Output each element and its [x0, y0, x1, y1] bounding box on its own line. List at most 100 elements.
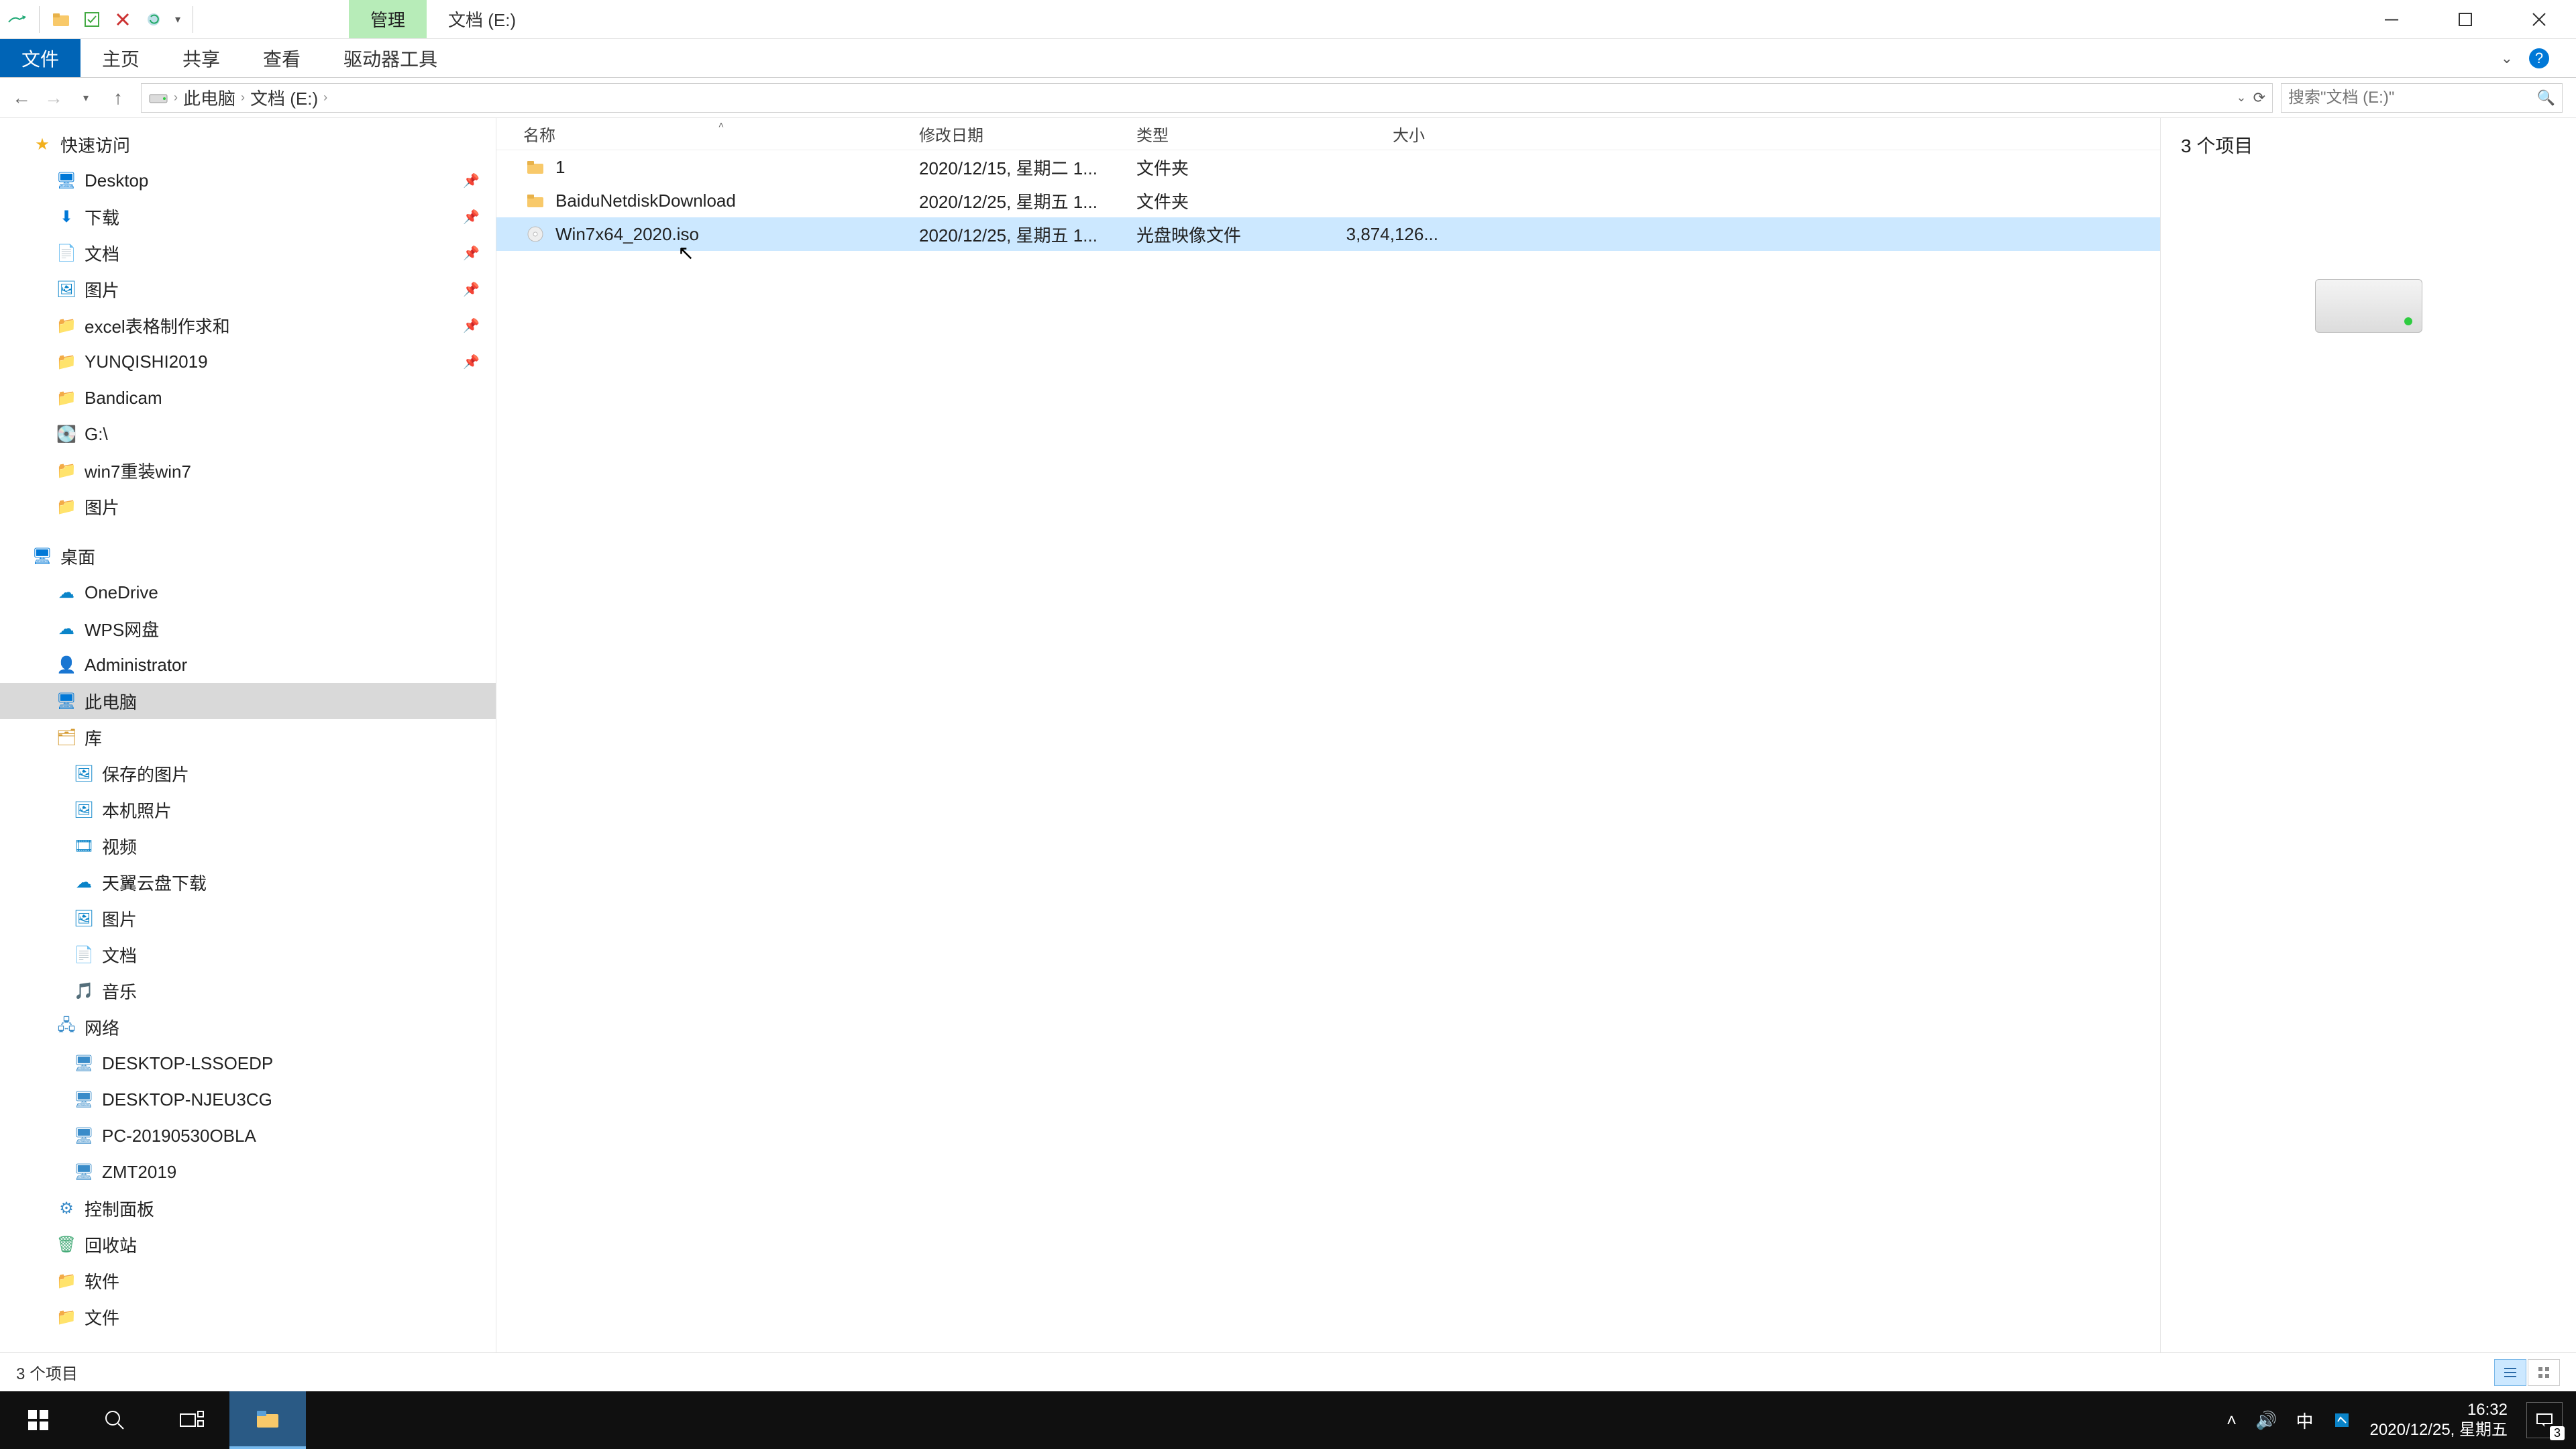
status-bar: 3 个项目 — [0, 1352, 2576, 1391]
tree-network-item[interactable]: 🖥DESKTOP-NJEU3CG — [0, 1081, 496, 1118]
tree-library-item[interactable]: 📄文档 — [0, 936, 496, 973]
chevron-right-icon[interactable]: › — [241, 91, 245, 105]
tree-desktop-item[interactable]: 🖥此电脑 — [0, 683, 496, 719]
tree-software[interactable]: 📁软件 — [0, 1263, 496, 1299]
tree-network[interactable]: 🖧网络 — [0, 1009, 496, 1045]
tree-quick-item[interactable]: 📁图片 — [0, 488, 496, 525]
tree-desktop-item[interactable]: ☁OneDrive — [0, 574, 496, 610]
qat-customize-dropdown[interactable]: ▾ — [171, 13, 184, 26]
close-button[interactable] — [2502, 0, 2576, 38]
app-icon[interactable] — [4, 6, 31, 33]
view-details-button[interactable] — [2494, 1359, 2526, 1386]
start-button[interactable] — [0, 1391, 76, 1449]
address-bar[interactable]: › 此电脑 › 文档 (E:) › ⌄ ⟳ — [141, 83, 2273, 113]
tray-clock[interactable]: 16:32 2020/12/25, 星期五 — [2370, 1400, 2508, 1440]
refresh-icon[interactable]: ⟳ — [2253, 89, 2265, 107]
network-icon: 🖧 — [56, 1017, 76, 1037]
nav-tree[interactable]: ★快速访问 🖥Desktop📌⬇下载📌📄文档📌🖼图片📌📁excel表格制作求和📌… — [0, 118, 496, 1352]
breadcrumb-this-pc[interactable]: 此电脑 — [183, 85, 235, 110]
ribbon-tab-drive-tools[interactable]: 驱动器工具 — [322, 39, 459, 77]
search-icon[interactable]: 🔍 — [2537, 89, 2555, 107]
file-list[interactable]: ˄名称 修改日期 类型 大小 12020/12/15, 星期二 1...文件夹B… — [496, 118, 2160, 1352]
nav-back-button[interactable]: ← — [7, 83, 36, 113]
ribbon: 文件 主页 共享 查看 驱动器工具 ⌄ ? — [0, 39, 2576, 78]
column-headers[interactable]: ˄名称 修改日期 类型 大小 — [496, 118, 2160, 150]
folder-icon — [523, 155, 547, 179]
tree-quick-item[interactable]: 💽G:\ — [0, 416, 496, 452]
tray-ime-icon[interactable]: 中 — [2296, 1408, 2314, 1433]
tree-quick-item[interactable]: 📁YUNQISHI2019📌 — [0, 343, 496, 380]
tree-quick-item[interactable]: 📁excel表格制作求和📌 — [0, 307, 496, 343]
pin-icon: 📌 — [463, 245, 480, 262]
tray-app-icon[interactable] — [2332, 1411, 2351, 1430]
tree-desktop-item[interactable]: ☁WPS网盘 — [0, 610, 496, 647]
nav-up-button[interactable]: ↑ — [103, 83, 133, 113]
desktop-icon: 🖥 — [32, 546, 52, 566]
star-icon: ★ — [32, 134, 52, 154]
tree-library-item[interactable]: 🖼本机照片 — [0, 792, 496, 828]
tree-quick-item[interactable]: 📁Bandicam — [0, 380, 496, 416]
tree-library-item[interactable]: 🎵音乐 — [0, 973, 496, 1009]
col-type[interactable]: 类型 — [1136, 122, 1318, 146]
qat-recycle-icon[interactable] — [140, 6, 167, 33]
ribbon-tab-view[interactable]: 查看 — [241, 39, 322, 77]
tree-documents[interactable]: 📁文件 — [0, 1299, 496, 1335]
breadcrumb-drive[interactable]: 文档 (E:) — [250, 85, 318, 110]
qat-check-icon[interactable] — [78, 6, 105, 33]
tree-network-item[interactable]: 🖥PC-20190530OBLA — [0, 1118, 496, 1154]
tree-library-item[interactable]: ☁天翼云盘下载 — [0, 864, 496, 900]
contextual-tab-manage[interactable]: 管理 — [349, 0, 427, 38]
tree-desktop-item[interactable]: 🗂库 — [0, 719, 496, 755]
tree-quick-access[interactable]: ★快速访问 — [0, 126, 496, 162]
tree-quick-item[interactable]: 🖥Desktop📌 — [0, 162, 496, 199]
ribbon-tab-file[interactable]: 文件 — [0, 39, 80, 77]
taskbar[interactable]: ˄ 🔊 中 16:32 2020/12/25, 星期五 3 — [0, 1391, 2576, 1449]
col-name[interactable]: ˄名称 — [523, 122, 919, 146]
qat-folder-icon[interactable] — [48, 6, 74, 33]
tree-quick-item[interactable]: 📁win7重装win7 — [0, 452, 496, 488]
tree-desktop[interactable]: 🖥桌面 — [0, 538, 496, 574]
tree-quick-item[interactable]: 🖼图片📌 — [0, 271, 496, 307]
pin-icon: 📌 — [463, 354, 480, 370]
title-location: 文档 (E:) — [427, 0, 537, 38]
notification-center[interactable]: 3 — [2526, 1402, 2563, 1438]
address-dropdown-icon[interactable]: ⌄ — [2236, 91, 2246, 105]
pin-icon: 📌 — [463, 281, 480, 298]
qat-close-icon[interactable] — [109, 6, 136, 33]
tree-quick-item[interactable]: ⬇下载📌 — [0, 199, 496, 235]
view-icons-button[interactable] — [2528, 1359, 2560, 1386]
file-row[interactable]: BaiduNetdiskDownload2020/12/25, 星期五 1...… — [496, 184, 2160, 217]
help-icon[interactable]: ? — [2529, 48, 2549, 68]
nav-history-dropdown[interactable]: ▾ — [71, 83, 101, 113]
taskbar-search[interactable] — [76, 1391, 153, 1449]
tree-quick-item[interactable]: 📄文档📌 — [0, 235, 496, 271]
minimize-button[interactable]: ─ — [2355, 0, 2428, 38]
file-row[interactable]: 12020/12/15, 星期二 1...文件夹 — [496, 150, 2160, 184]
tree-library-item[interactable]: 🖼图片 — [0, 900, 496, 936]
tree-desktop-item[interactable]: 👤Administrator — [0, 647, 496, 683]
ribbon-expand-chevron-icon[interactable]: ⌄ — [2501, 50, 2513, 67]
search-box[interactable]: 🔍 — [2281, 83, 2563, 113]
tree-network-item[interactable]: 🖥ZMT2019 — [0, 1154, 496, 1190]
tree-recycle-bin[interactable]: 🗑回收站 — [0, 1226, 496, 1263]
tray-volume-icon[interactable]: 🔊 — [2255, 1410, 2277, 1431]
sort-asc-icon: ˄ — [523, 119, 919, 130]
preview-pane: 3 个项目 — [2160, 118, 2576, 1352]
tree-library-item[interactable]: 🖼保存的图片 — [0, 755, 496, 792]
col-size[interactable]: 大小 — [1318, 122, 1438, 146]
tree-library-item[interactable]: 🎞视频 — [0, 828, 496, 864]
tray-overflow-icon[interactable]: ˄ — [2226, 1410, 2237, 1431]
search-input[interactable] — [2288, 89, 2537, 107]
tree-network-item[interactable]: 🖥DESKTOP-LSSOEDP — [0, 1045, 496, 1081]
task-view-button[interactable] — [153, 1391, 229, 1449]
nav-forward-button[interactable]: → — [39, 83, 68, 113]
chevron-right-icon[interactable]: › — [323, 91, 327, 105]
tree-control-panel[interactable]: ⚙控制面板 — [0, 1190, 496, 1226]
chevron-right-icon[interactable]: › — [174, 91, 178, 105]
col-date[interactable]: 修改日期 — [919, 122, 1136, 146]
file-row[interactable]: Win7x64_2020.iso2020/12/25, 星期五 1...光盘映像… — [496, 217, 2160, 251]
maximize-button[interactable] — [2428, 0, 2502, 38]
ribbon-tab-home[interactable]: 主页 — [80, 39, 161, 77]
taskbar-explorer[interactable] — [229, 1391, 306, 1449]
ribbon-tab-share[interactable]: 共享 — [161, 39, 241, 77]
